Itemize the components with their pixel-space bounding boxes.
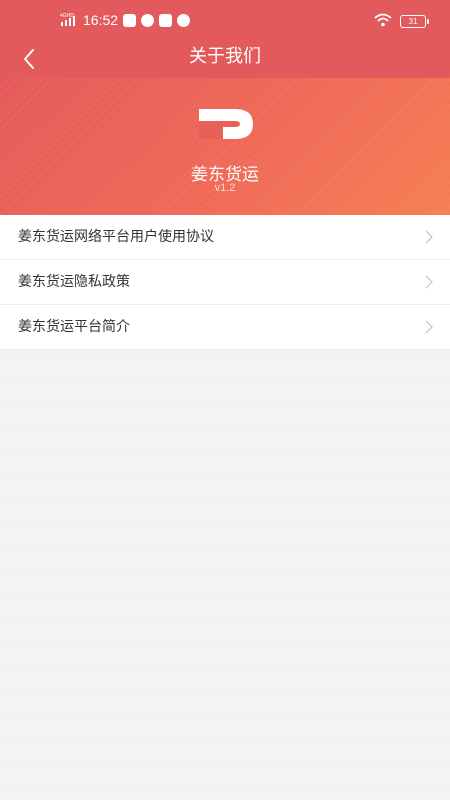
wifi-icon — [374, 12, 392, 31]
chevron-right-icon — [425, 230, 433, 244]
chevron-right-icon — [425, 275, 433, 289]
navigation-bar: 关于我们 — [0, 40, 450, 78]
compass-icon — [141, 13, 155, 27]
empty-content-area — [0, 350, 450, 800]
app-logo — [199, 109, 253, 139]
menu-item-label: 姜东货运隐私政策 — [18, 274, 130, 290]
about-menu: 姜东货运网络平台用户使用协议 姜东货运隐私政策 姜东货运平台简介 — [0, 215, 450, 350]
app-version: v1.2 — [214, 182, 236, 194]
status-bar: 4GHD 16:52 31 — [0, 0, 450, 40]
menu-item-label: 姜东货运网络平台用户使用协议 — [18, 229, 214, 245]
chat-icon — [177, 13, 191, 27]
svg-text:4GHD: 4GHD — [60, 13, 74, 19]
page-title: 关于我们 — [189, 46, 261, 67]
status-time: 16:52 — [83, 12, 119, 28]
menu-item-user-agreement[interactable]: 姜东货运网络平台用户使用协议 — [0, 215, 450, 260]
app-info-header: 姜东货运 v1.2 — [0, 78, 450, 215]
mail-icon — [123, 13, 137, 27]
menu-item-label: 姜东货运平台简介 — [18, 319, 130, 335]
status-left: 4GHD 16:52 — [60, 10, 191, 30]
battery-icon: 31 — [400, 15, 429, 28]
status-right: 31 — [374, 12, 429, 31]
menu-item-privacy-policy[interactable]: 姜东货运隐私政策 — [0, 260, 450, 305]
signal-icon: 4GHD — [60, 11, 78, 30]
security-icon — [159, 13, 173, 27]
chevron-right-icon — [425, 320, 433, 334]
menu-item-platform-intro[interactable]: 姜东货运平台简介 — [0, 305, 450, 349]
